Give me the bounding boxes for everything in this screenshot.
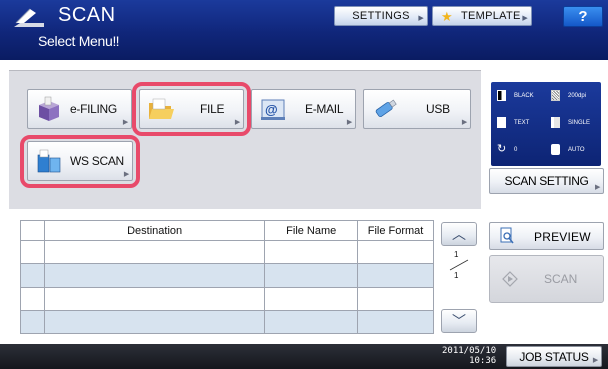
original-size-value: AUTO: [568, 146, 585, 153]
scan-start-button[interactable]: SCAN: [489, 255, 604, 303]
help-button[interactable]: ?: [563, 6, 603, 27]
highlight-ws-scan: [20, 135, 140, 188]
rotation-value: 0: [514, 146, 518, 153]
settings-button-label: SETTINGS: [352, 10, 410, 22]
email-button[interactable]: @ E-MAIL ▶: [251, 89, 356, 129]
scan-start-label: SCAN: [544, 272, 578, 286]
arrow-icon: ▶: [595, 184, 600, 191]
original-size-setting: AUTO: [551, 144, 585, 155]
chevron-up-icon: ︿: [452, 226, 466, 242]
column-header-destination: Destination: [43, 219, 266, 242]
star-icon: ★: [441, 9, 453, 24]
arrow-icon: ▶: [461, 119, 467, 126]
arrow-icon: ▶: [346, 119, 352, 126]
duplex-icon: [551, 117, 560, 128]
settings-button[interactable]: SETTINGS ▶: [334, 6, 428, 26]
page-divider: [449, 259, 469, 271]
job-status-button[interactable]: JOB STATUS ▶: [506, 346, 602, 367]
footer-bar: 2011/05/10 10:36 JOB STATUS ▶: [0, 344, 608, 369]
header-bar: SCAN Select Menu‼ SETTINGS ▶ ★ TEMPLATE …: [0, 0, 608, 60]
highlight-file: [132, 82, 251, 136]
duplex-value: SINGLE: [568, 119, 591, 126]
table-row[interactable]: [20, 286, 434, 311]
svg-text:@: @: [265, 102, 277, 117]
template-button-label: TEMPLATE: [461, 10, 521, 22]
template-button[interactable]: ★ TEMPLATE ▶: [432, 6, 532, 26]
scroll-up-button[interactable]: ︿: [441, 222, 477, 246]
column-header-file-name: File Name: [264, 219, 359, 242]
time-text: 10:36: [469, 356, 497, 366]
resolution-setting: 200dpi: [551, 90, 586, 101]
column-header-file-format: File Format: [357, 219, 434, 242]
job-status-label: JOB STATUS: [519, 349, 589, 364]
color-mode-value: BLACK: [514, 92, 534, 99]
usb-button[interactable]: USB ▶: [363, 89, 471, 129]
start-icon: [502, 271, 518, 287]
table-row[interactable]: [20, 309, 434, 335]
email-icon: @: [261, 99, 285, 120]
table-header-blank: [20, 219, 45, 242]
chevron-down-icon: ﹀: [452, 313, 466, 329]
duplex-setting: SINGLE: [551, 117, 590, 128]
rotation-setting: ↻ 0: [497, 144, 517, 155]
scanner-icon: [14, 8, 44, 27]
usb-label: USB: [426, 102, 450, 116]
table-row[interactable]: [20, 240, 434, 265]
arrow-icon: ▶: [418, 15, 424, 22]
email-label: E-MAIL: [305, 102, 344, 116]
box-icon: [39, 96, 59, 121]
table-header-row: Destination File Name File Format: [20, 219, 434, 242]
rotate-icon: ↻: [497, 143, 507, 155]
e-filing-button[interactable]: e-FILING ▶: [27, 89, 132, 129]
page-total: 1: [454, 271, 459, 280]
resolution-value: 200dpi: [568, 92, 587, 99]
scan-setting-button[interactable]: SCAN SETTING ▶: [489, 168, 604, 194]
datetime: 2011/05/10 10:36: [442, 346, 496, 366]
e-filing-label: e-FILING: [70, 102, 117, 116]
destination-table: Destination File Name File Format: [20, 219, 434, 335]
scan-setting-label: SCAN SETTING: [504, 174, 589, 188]
date-text: 2011/05/10: [442, 346, 497, 356]
arrow-icon: ▶: [122, 119, 128, 126]
scroll-down-button[interactable]: ﹀: [441, 309, 477, 333]
original-mode-setting: TEXT: [497, 117, 529, 128]
arrow-icon: ▶: [522, 15, 528, 22]
preview-icon: [500, 227, 514, 244]
original-mode-value: TEXT: [514, 119, 530, 126]
original-mode-icon: [497, 117, 506, 128]
help-button-label: ?: [578, 8, 588, 25]
instruction-text: Select Menu‼: [38, 33, 120, 49]
resolution-icon: [551, 90, 560, 101]
table-row[interactable]: [20, 263, 434, 288]
arrow-icon: ▶: [592, 357, 598, 364]
color-mode-setting: BLACK: [497, 90, 534, 101]
app-title: SCAN: [58, 4, 116, 26]
color-mode-icon: [497, 90, 506, 101]
scan-settings-panel[interactable]: BLACK 200dpi TEXT SINGLE ↻ 0 AUTO: [491, 82, 601, 166]
usb-icon: [375, 99, 397, 118]
original-size-icon: [551, 144, 560, 155]
preview-button[interactable]: PREVIEW: [489, 222, 604, 250]
preview-label: PREVIEW: [534, 230, 591, 244]
